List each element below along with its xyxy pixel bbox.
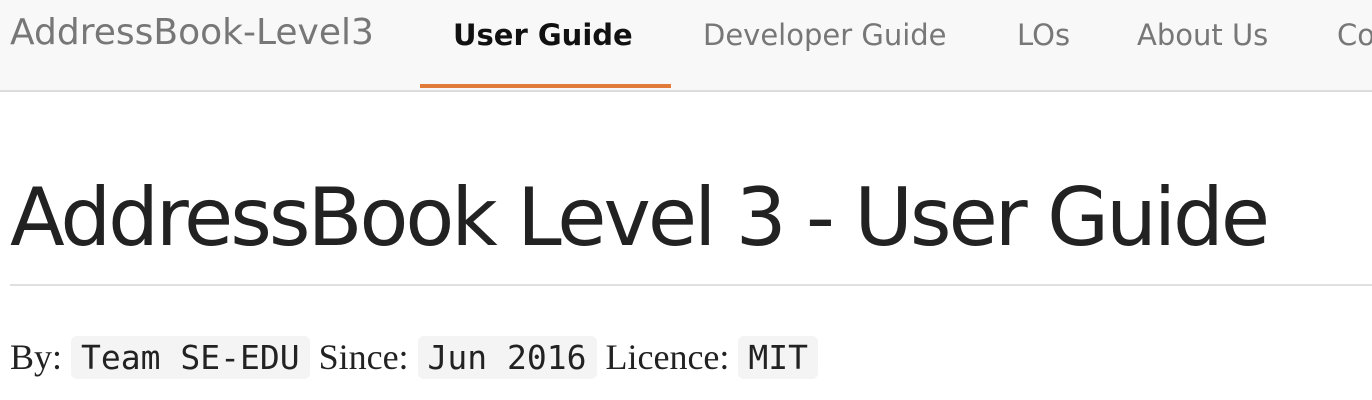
nav-contact-us-truncated[interactable]: Co bbox=[1337, 18, 1372, 88]
since-badge: Jun 2016 bbox=[417, 336, 597, 379]
licence-label: Licence: bbox=[605, 337, 730, 377]
brand-link[interactable]: AddressBook-Level3 bbox=[10, 12, 374, 53]
top-navbar: AddressBook-Level3 User Guide Developer … bbox=[0, 0, 1372, 92]
nav-los[interactable]: LOs bbox=[1017, 18, 1070, 88]
page-title: AddressBook Level 3 - User Guide bbox=[10, 171, 1270, 264]
author-badge: Team SE-EDU bbox=[71, 336, 310, 379]
page-meta: By: Team SE-EDU Since: Jun 2016 Licence:… bbox=[10, 332, 819, 383]
since-label: Since: bbox=[318, 337, 409, 377]
licence-badge: MIT bbox=[738, 336, 819, 379]
by-label: By: bbox=[10, 337, 63, 377]
nav-developer-guide[interactable]: Developer Guide bbox=[703, 18, 947, 88]
page-title-container: AddressBook Level 3 - User Guide bbox=[10, 170, 1372, 286]
nav-user-guide[interactable]: User Guide bbox=[420, 18, 671, 88]
nav-about-us[interactable]: About Us bbox=[1137, 18, 1268, 88]
